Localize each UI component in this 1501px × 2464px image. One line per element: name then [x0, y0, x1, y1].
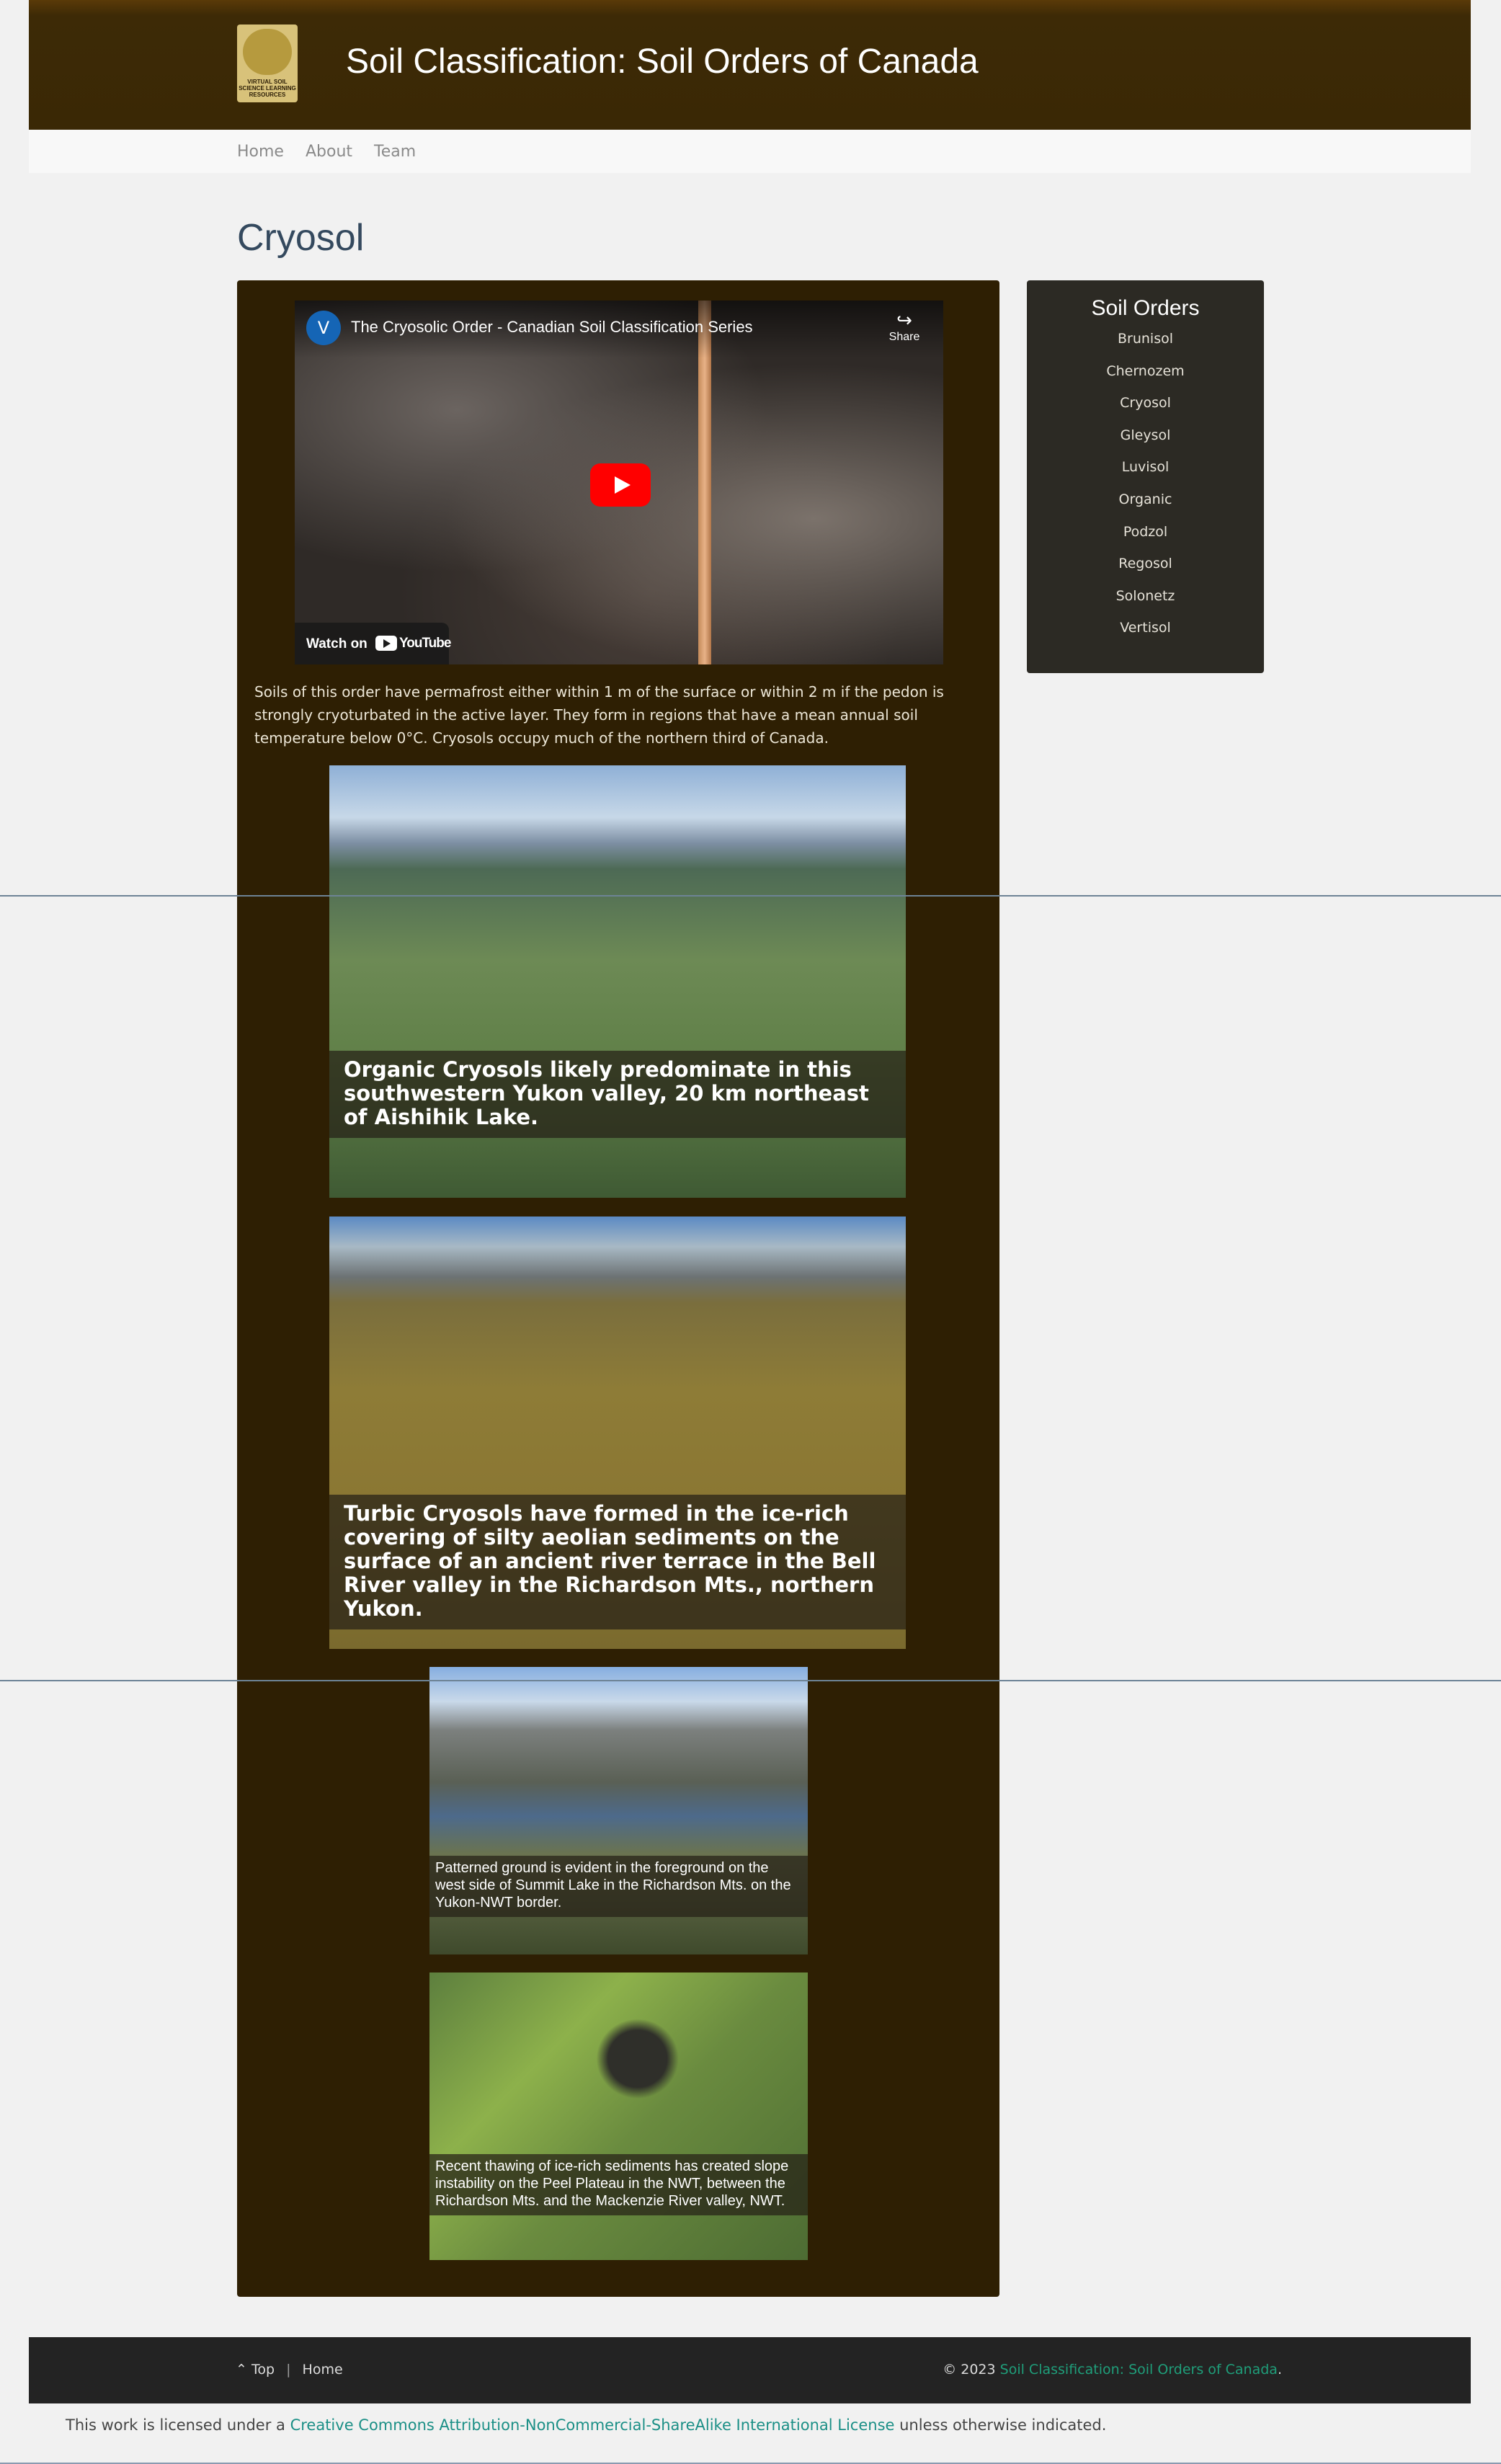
top-label: Top: [251, 2362, 275, 2378]
youtube-wordmark: YouTube: [399, 636, 451, 651]
video-title[interactable]: The Cryosolic Order - Canadian Soil Clas…: [351, 318, 753, 337]
play-icon: [615, 476, 631, 494]
soil-order-vertisol[interactable]: Vertisol: [1027, 620, 1264, 652]
figure-caption: Turbic Cryosols have formed in the ice-r…: [329, 1495, 906, 1629]
license-prefix: This work is licensed under a: [66, 2416, 285, 2434]
footer-period: .: [1277, 2362, 1282, 2378]
figure-caption: Patterned ground is evident in the foreg…: [429, 1856, 808, 1917]
soil-order-gleysol[interactable]: Gleysol: [1027, 427, 1264, 460]
figure-slope-instability: Recent thawing of ice-rich sediments has…: [429, 1972, 808, 2260]
intro-paragraph: Soils of this order have permafrost eith…: [254, 683, 944, 747]
nav-about-link[interactable]: About: [306, 143, 352, 161]
nav-home-link[interactable]: Home: [237, 143, 284, 161]
figure-caption: Organic Cryosols likely predominate in t…: [329, 1051, 906, 1138]
soil-order-solonetz[interactable]: Solonetz: [1027, 588, 1264, 621]
license-notice: This work is licensed under a Creative C…: [66, 2416, 1106, 2434]
copyright-text: © 2023: [943, 2362, 996, 2378]
navbar: Home About Team: [29, 130, 1471, 173]
youtube-play-icon: [375, 636, 397, 651]
footer-nav: ⌃ Top | Home: [236, 2362, 343, 2378]
watch-on-label: Watch on: [306, 636, 368, 651]
soil-order-chernozem[interactable]: Chernozem: [1027, 363, 1264, 396]
figure-organic-cryosols: Organic Cryosols likely predominate in t…: [329, 765, 906, 1198]
site-footer: ⌃ Top | Home © 2023 Soil Classification:…: [29, 2337, 1471, 2403]
license-suffix: unless otherwise indicated.: [899, 2416, 1107, 2434]
play-button[interactable]: [590, 463, 651, 507]
main-content: V The Cryosolic Order - Canadian Soil Cl…: [237, 280, 999, 2297]
footer-copyright: © 2023 Soil Classification: Soil Orders …: [943, 2362, 1282, 2378]
channel-avatar[interactable]: V: [306, 311, 341, 345]
soil-orders-list: Brunisol Chernozem Cryosol Gleysol Luvis…: [1027, 331, 1264, 652]
site-logo[interactable]: VIRTUAL SOIL SCIENCE LEARNING RESOURCES: [237, 25, 298, 102]
nav-team-link[interactable]: Team: [374, 143, 416, 161]
divider-line: [0, 1680, 1501, 1681]
share-label: Share: [888, 331, 920, 343]
soil-orders-sidebar: Soil Orders Brunisol Chernozem Cryosol G…: [1027, 280, 1264, 673]
share-button[interactable]: ↪ Share: [883, 311, 926, 344]
logo-emblem-icon: [243, 29, 292, 75]
site-header: VIRTUAL SOIL SCIENCE LEARNING RESOURCES …: [29, 0, 1471, 130]
back-to-top-link[interactable]: ⌃ Top: [236, 2362, 275, 2378]
watch-on-youtube-button[interactable]: Watch on YouTube: [295, 623, 451, 664]
soil-order-luvisol[interactable]: Luvisol: [1027, 459, 1264, 492]
divider-line: [0, 895, 1501, 897]
soil-order-podzol[interactable]: Podzol: [1027, 524, 1264, 556]
soil-order-regosol[interactable]: Regosol: [1027, 556, 1264, 588]
chevron-up-icon: ⌃: [236, 2362, 247, 2378]
figure-caption: Recent thawing of ice-rich sediments has…: [429, 2154, 808, 2215]
sidebar-title: Soil Orders: [1091, 296, 1200, 320]
youtube-logo: YouTube: [375, 636, 451, 651]
figure-patterned-ground: Patterned ground is evident in the foreg…: [429, 1667, 808, 1954]
license-link[interactable]: Creative Commons Attribution-NonCommerci…: [290, 2416, 895, 2434]
figure-turbic-cryosols: Turbic Cryosols have formed in the ice-r…: [329, 1217, 906, 1649]
footer-home-link[interactable]: Home: [303, 2362, 343, 2378]
share-icon: ↪: [896, 310, 912, 332]
site-title: Soil Classification: Soil Orders of Cana…: [346, 43, 979, 81]
footer-separator: |: [286, 2362, 291, 2378]
soil-order-cryosol[interactable]: Cryosol: [1027, 395, 1264, 427]
soil-order-brunisol[interactable]: Brunisol: [1027, 331, 1264, 363]
page-title: Cryosol: [237, 217, 365, 259]
video-embed[interactable]: V The Cryosolic Order - Canadian Soil Cl…: [295, 301, 943, 664]
logo-text: VIRTUAL SOIL SCIENCE LEARNING RESOURCES: [239, 79, 296, 98]
footer-site-link[interactable]: Soil Classification: Soil Orders of Cana…: [1000, 2362, 1278, 2378]
soil-order-organic[interactable]: Organic: [1027, 492, 1264, 524]
